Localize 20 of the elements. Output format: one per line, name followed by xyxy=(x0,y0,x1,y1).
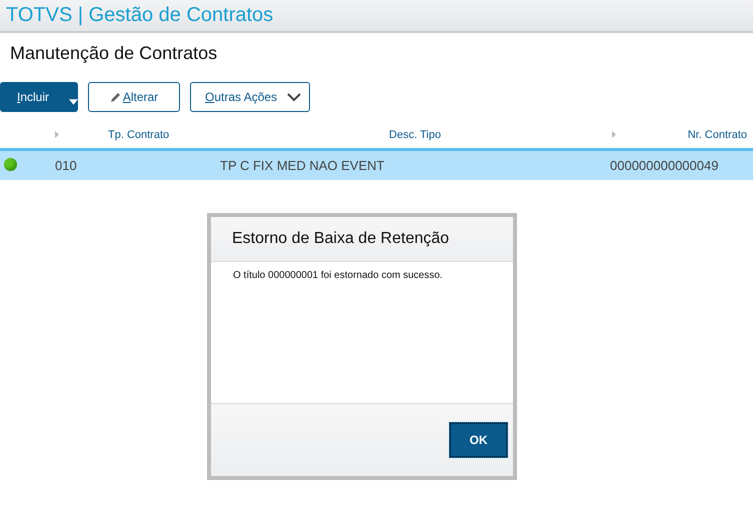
column-header[interactable]: Desc. Tipo xyxy=(389,128,441,140)
dialog-title: Estorno de Baixa de Retenção xyxy=(232,230,450,248)
page-title: Manutenção de Contratos xyxy=(9,42,218,65)
ok-button[interactable]: OK xyxy=(450,423,507,457)
table-cell: TP C FIX MED NAO EVENT xyxy=(220,158,384,173)
caret-icon xyxy=(69,99,78,105)
pencil-icon xyxy=(110,92,121,102)
table-cell: 010 xyxy=(55,158,77,173)
edit-button[interactable]: Alterar xyxy=(88,82,180,112)
sort-icon xyxy=(55,131,59,138)
column-header[interactable]: Nr. Contrato xyxy=(688,128,747,140)
table-row[interactable]: 010 TP C FIX MED NAO EVENT 000000000000049 xyxy=(0,151,753,180)
dialog-message: O título 000000001 foi estornado com sucesso. xyxy=(233,270,443,281)
sort-icon xyxy=(612,131,616,138)
include-button[interactable]: Incluir xyxy=(0,82,78,112)
column-header[interactable]: Tp. Contrato xyxy=(108,128,170,140)
more-actions-button[interactable]: Outras Ações xyxy=(190,82,310,112)
app-title: TOTVS | Gestão de Contratos xyxy=(6,4,274,27)
table-cell: 000000000000049 xyxy=(610,158,718,173)
chevron-down-icon xyxy=(287,92,301,102)
